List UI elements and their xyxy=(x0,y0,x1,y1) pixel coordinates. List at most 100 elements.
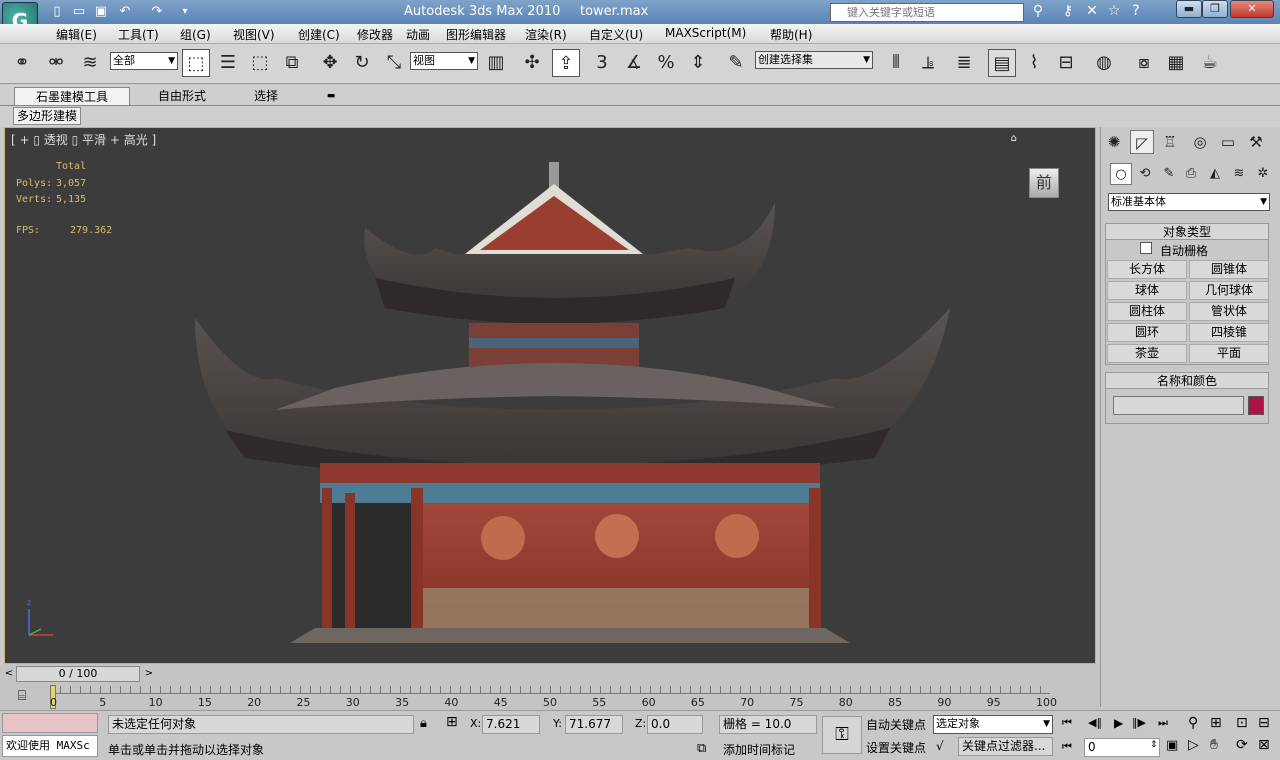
selection-lock-icon[interactable]: 🔒︎ xyxy=(420,716,427,731)
pan-view-icon[interactable]: ✋︎ xyxy=(1210,737,1218,753)
rendered-frame-window-icon[interactable]: ▦ xyxy=(1162,49,1190,77)
object-type-title[interactable]: 对象类型 xyxy=(1106,224,1268,240)
cameras-icon[interactable]: ⎙ xyxy=(1180,163,1202,185)
schematic-view-icon[interactable]: ⊟ xyxy=(1052,49,1080,77)
quick-access-dropdown-icon[interactable]: ▾ xyxy=(176,3,194,21)
teapot-button[interactable]: 茶壶 xyxy=(1107,344,1187,363)
open-file-icon[interactable]: ▭ xyxy=(70,3,88,21)
frame-spinner-icon[interactable]: ⇕ xyxy=(1150,740,1158,750)
key-filters-button[interactable]: 关键点过滤器... xyxy=(958,737,1053,756)
help-icon[interactable]: ? xyxy=(1126,1,1146,21)
geosphere-button[interactable]: 几何球体 xyxy=(1189,281,1269,300)
window-crossing-icon[interactable]: ⧉ xyxy=(278,49,306,77)
maxscript-listener-pink[interactable] xyxy=(2,713,98,733)
object-name-input[interactable] xyxy=(1113,396,1244,415)
auto-key-button[interactable]: 自动关键点 xyxy=(866,716,926,733)
menu-create[interactable]: 创建(C) xyxy=(298,26,340,43)
key-mode-dropdown[interactable]: 选定对象 xyxy=(933,715,1053,734)
select-manipulate-icon[interactable]: ✣ xyxy=(518,49,546,77)
edit-named-selection-icon[interactable]: ✎ xyxy=(722,49,750,77)
time-next-arrow-icon[interactable]: > xyxy=(142,666,156,682)
minimize-button[interactable]: ▬ xyxy=(1176,0,1202,18)
current-frame-field[interactable]: 0 xyxy=(1084,738,1160,757)
angle-snap-icon[interactable]: ∡ xyxy=(620,49,648,77)
autogrid-checkbox[interactable] xyxy=(1140,242,1152,254)
orbit-icon[interactable]: ⟳ xyxy=(1236,737,1248,753)
lights-icon[interactable]: ✎ xyxy=(1158,163,1180,185)
hierarchy-tab-icon[interactable]: ♖ xyxy=(1158,130,1182,154)
cylinder-button[interactable]: 圆柱体 xyxy=(1107,302,1187,321)
menu-maxscript[interactable]: MAXScript(M) xyxy=(665,26,746,40)
undo-icon[interactable]: ↶ xyxy=(116,3,134,21)
name-color-title[interactable]: 名称和颜色 xyxy=(1106,373,1268,389)
space-warps-icon[interactable]: ≋ xyxy=(1228,163,1250,185)
layer-manager-icon[interactable]: ≣ xyxy=(950,49,978,77)
torus-button[interactable]: 圆环 xyxy=(1107,323,1187,342)
time-tag-icon[interactable]: ⧉ xyxy=(697,741,706,756)
render-production-icon[interactable]: ☕ xyxy=(1196,49,1224,77)
tab-selection[interactable]: 选择 xyxy=(236,87,296,105)
y-coordinate-field[interactable]: 71.677 xyxy=(565,715,623,734)
field-of-view-icon[interactable]: ▷ xyxy=(1188,737,1199,753)
sphere-button[interactable]: 球体 xyxy=(1107,281,1187,300)
mirror-icon[interactable]: ⫴ xyxy=(882,49,910,77)
restore-button[interactable]: ❐ xyxy=(1202,0,1228,18)
prev-frame-icon[interactable]: ◀‖ xyxy=(1088,716,1102,729)
zoom-extents-icon[interactable]: ⊡ xyxy=(1236,715,1248,731)
binoculars-icon[interactable]: ⚲ xyxy=(1028,1,1048,21)
modify-tab-icon[interactable]: ◸ xyxy=(1130,130,1154,154)
x-coordinate-field[interactable]: 7.621 xyxy=(482,715,540,734)
box-button[interactable]: 长方体 xyxy=(1107,260,1187,279)
time-config-icon[interactable]: ▣ xyxy=(1166,738,1178,753)
material-editor-icon[interactable]: ◍ xyxy=(1090,49,1118,77)
render-setup-icon[interactable]: ⧇ xyxy=(1130,49,1158,77)
menu-tools[interactable]: 工具(T) xyxy=(118,26,159,43)
plane-button[interactable]: 平面 xyxy=(1189,344,1269,363)
menu-modifiers[interactable]: 修改器 xyxy=(357,26,393,43)
display-tab-icon[interactable]: ▭ xyxy=(1216,130,1240,154)
star-icon[interactable]: ☆ xyxy=(1104,1,1124,21)
align-icon[interactable]: ⫡ xyxy=(914,49,942,77)
next-frame-icon[interactable]: ‖▶ xyxy=(1132,716,1146,729)
pavilion-model[interactable] xyxy=(185,158,975,648)
save-icon[interactable]: ▣ xyxy=(92,3,110,21)
zoom-all-icon[interactable]: ⊞ xyxy=(1210,715,1222,731)
viewport-label[interactable]: [ + ▯ 透视 ▯ 平滑 + 高光 ] xyxy=(11,131,156,148)
create-tab-icon[interactable]: ✺ xyxy=(1102,130,1126,154)
close-button[interactable]: ✕ xyxy=(1230,0,1274,18)
rect-selection-region-icon[interactable]: ⬚ xyxy=(246,49,274,77)
select-link-icon[interactable]: ⚭ xyxy=(8,49,36,77)
selection-filter-dropdown[interactable]: 全部 xyxy=(110,52,178,70)
key-icon[interactable]: ⚷ xyxy=(1058,1,1078,21)
pivot-center-icon[interactable]: ▥ xyxy=(482,49,510,77)
perspective-viewport[interactable]: [ + ▯ 透视 ▯ 平滑 + 高光 ] ⌂ Total Polys: 3,05… xyxy=(4,127,1096,664)
select-object-icon[interactable]: ⬚ xyxy=(182,49,210,77)
new-file-icon[interactable]: ▯ xyxy=(48,3,66,21)
keyboard-shortcut-override-icon[interactable]: ⇪ xyxy=(552,49,580,77)
select-rotate-icon[interactable]: ↻ xyxy=(348,49,376,77)
snaps-toggle-icon[interactable]: 3 xyxy=(588,49,616,77)
tab-freeform[interactable]: 自由形式 xyxy=(142,87,222,105)
category-dropdown[interactable]: 标准基本体 xyxy=(1108,193,1270,211)
geometry-icon[interactable]: ○ xyxy=(1110,163,1132,185)
menu-customize[interactable]: 自定义(U) xyxy=(589,26,643,43)
zoom-extents-all-icon[interactable]: ⊟ xyxy=(1258,715,1270,731)
menu-edit[interactable]: 编辑(E) xyxy=(56,26,97,43)
cone-button[interactable]: 圆锥体 xyxy=(1189,260,1269,279)
menu-graph-editors[interactable]: 图形编辑器 xyxy=(446,26,506,43)
motion-tab-icon[interactable]: ◎ xyxy=(1188,130,1212,154)
mini-curve-editor-icon[interactable]: ⌸ xyxy=(12,688,32,706)
select-by-name-icon[interactable]: ☰ xyxy=(214,49,242,77)
z-coordinate-field[interactable]: 0.0 xyxy=(647,715,703,734)
helpers-icon[interactable]: ◭ xyxy=(1204,163,1226,185)
maximize-viewport-icon[interactable]: ⊠ xyxy=(1258,737,1270,753)
menu-animation[interactable]: 动画 xyxy=(406,26,430,43)
object-color-swatch[interactable] xyxy=(1248,396,1264,415)
bind-space-warp-icon[interactable]: ≋ xyxy=(76,49,104,77)
menu-rendering[interactable]: 渲染(R) xyxy=(525,26,567,43)
set-key-button[interactable]: 设置关键点 xyxy=(866,739,926,756)
tube-button[interactable]: 管状体 xyxy=(1189,302,1269,321)
polygon-modeling-panel[interactable]: 多边形建模 xyxy=(13,107,81,125)
named-selection-dropdown[interactable]: 创建选择集 xyxy=(755,51,873,69)
pyramid-button[interactable]: 四棱锥 xyxy=(1189,323,1269,342)
